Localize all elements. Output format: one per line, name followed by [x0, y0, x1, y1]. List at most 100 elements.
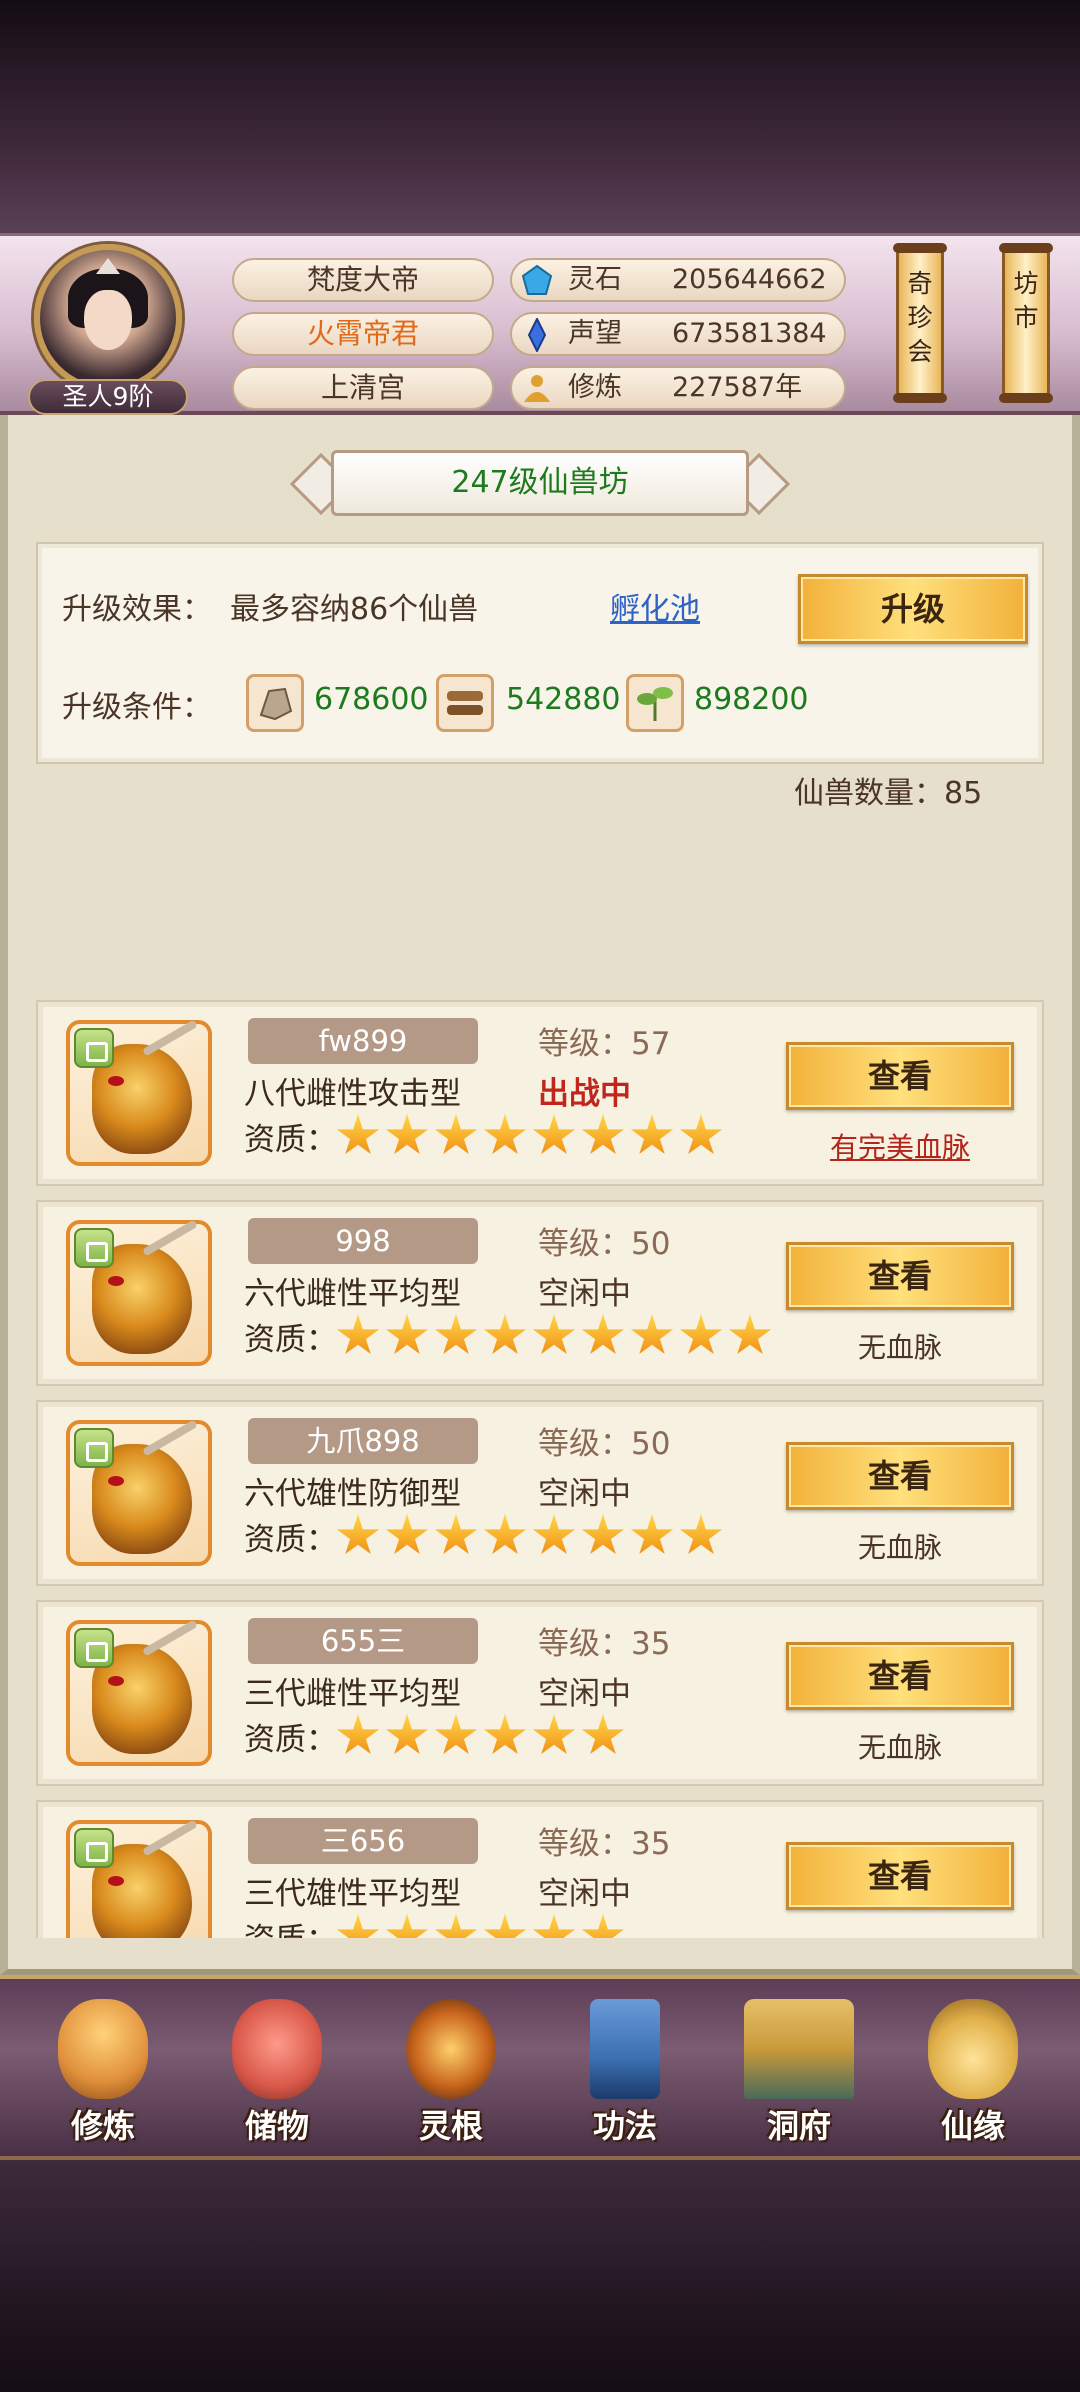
player-header: 圣人9阶 梵度大帝 火霄帝君 上清宫 灵石 205644662 声望 67358…: [0, 233, 1080, 415]
aptitude-label: 资质：: [244, 1722, 337, 1758]
upgrade-condition-label: 升级条件：: [62, 690, 212, 725]
upgrade-button[interactable]: 升级: [798, 574, 1028, 644]
view-button[interactable]: 查看: [786, 1042, 1014, 1110]
star-icon: [483, 1514, 527, 1555]
nav-cultivate[interactable]: 修炼: [28, 1989, 178, 2159]
market-button[interactable]: 坊市: [999, 243, 1053, 403]
star-icon: [434, 1114, 478, 1155]
star-icon: [532, 1314, 576, 1355]
star-icon: [630, 1314, 674, 1355]
dao-title-pill: 火霄帝君: [232, 312, 494, 356]
list-item: 655三 三代雌性平均型 等级：35 空闲中 资质： 查看 无血脉: [36, 1600, 1044, 1786]
aptitude-label: 资质：: [244, 1914, 337, 1938]
star-icon: [728, 1314, 772, 1355]
star-icon: [581, 1314, 625, 1355]
star-icon: [483, 1114, 527, 1155]
aptitude-stars: [336, 1114, 728, 1158]
star-icon: [434, 1314, 478, 1355]
nav-cave-mansion[interactable]: 洞府: [724, 1989, 874, 2159]
view-button[interactable]: 查看: [786, 1642, 1014, 1710]
storage-bag-icon: [232, 1999, 322, 2099]
star-icon: [581, 1114, 625, 1155]
player-avatar[interactable]: 圣人9阶: [28, 244, 188, 415]
cave-mansion-icon: [744, 1999, 854, 2099]
fortune-gourd-icon: [928, 1999, 1018, 2099]
bloodline-text: 无血脉: [857, 1731, 942, 1764]
top-backdrop: [0, 0, 1080, 235]
dragon-portrait[interactable]: [66, 1819, 212, 1938]
ore-icon: [246, 674, 304, 732]
cultivation-icon: [524, 375, 550, 402]
dragon-portrait[interactable]: [66, 1019, 212, 1166]
beast-name: 九爪898: [248, 1418, 478, 1464]
star-icon: [679, 1514, 723, 1555]
star-icon: [630, 1514, 674, 1555]
beast-level: 等级：57: [538, 1026, 671, 1062]
aptitude-stars: [336, 1314, 777, 1358]
star-icon: [581, 1914, 625, 1938]
nav-storage[interactable]: 储物: [202, 1989, 352, 2159]
lock-icon[interactable]: [74, 1828, 114, 1868]
star-icon: [532, 1914, 576, 1938]
beast-type: 八代雌性攻击型: [244, 1076, 461, 1112]
dragon-portrait[interactable]: [66, 1419, 212, 1566]
star-icon: [630, 1114, 674, 1155]
beast-type: 三代雌性平均型: [244, 1676, 461, 1712]
beast-level: 等级：50: [538, 1226, 671, 1262]
cultivation-row: 修炼 227587年: [510, 366, 846, 410]
lock-icon[interactable]: [74, 1028, 114, 1068]
wood-icon: [436, 674, 494, 732]
star-icon: [581, 1514, 625, 1555]
beast-status: 空闲中: [538, 1676, 631, 1712]
reputation-row: 声望 673581384: [510, 312, 846, 356]
upgrade-effect-value: 最多容纳86个仙兽: [230, 592, 479, 627]
hatch-pool-link[interactable]: 孵化池: [610, 584, 700, 628]
lock-icon[interactable]: [74, 1228, 114, 1268]
star-icon: [385, 1714, 429, 1755]
star-icon: [532, 1114, 576, 1155]
dragon-portrait[interactable]: [66, 1619, 212, 1766]
lock-icon[interactable]: [74, 1428, 114, 1468]
rank-badge: 圣人9阶: [28, 379, 188, 415]
cultivate-icon: [58, 1999, 148, 2099]
ore-amount: 678600: [314, 682, 429, 717]
bottom-backdrop: [0, 2160, 1080, 2392]
lock-icon[interactable]: [74, 1628, 114, 1668]
beast-type: 六代雌性平均型: [244, 1276, 461, 1312]
beast-name: 998: [248, 1218, 478, 1264]
bloodline-link[interactable]: 有完美血脉: [786, 1126, 1014, 1166]
star-icon: [385, 1314, 429, 1355]
beast-status: 空闲中: [538, 1476, 631, 1512]
beast-level: 等级：50: [538, 1426, 671, 1462]
beast-name: 三656: [248, 1818, 478, 1864]
star-icon: [336, 1914, 380, 1938]
view-button[interactable]: 查看: [786, 1842, 1014, 1910]
aptitude-label: 资质：: [244, 1322, 337, 1358]
star-icon: [434, 1714, 478, 1755]
reputation-icon: [527, 318, 547, 352]
dragon-portrait[interactable]: [66, 1219, 212, 1366]
star-icon: [532, 1714, 576, 1755]
star-icon: [483, 1714, 527, 1755]
star-icon: [581, 1714, 625, 1755]
beast-name: 655三: [248, 1618, 478, 1664]
beast-status: 出战中: [538, 1076, 631, 1112]
beast-list[interactable]: fw899 八代雌性攻击型 等级：57 出战中 资质： 查看 有完美血脉 998…: [36, 998, 1044, 1938]
beast-status: 空闲中: [538, 1276, 631, 1312]
nav-spirit-root[interactable]: 灵根: [376, 1989, 526, 2159]
treasure-auction-button[interactable]: 奇珍会: [893, 243, 947, 403]
nav-technique[interactable]: 功法: [550, 1989, 700, 2159]
spirit-stone-row: 灵石 205644662: [510, 258, 846, 302]
star-icon: [385, 1114, 429, 1155]
title-pill: 梵度大帝: [232, 258, 494, 302]
nav-fortune[interactable]: 仙缘: [898, 1989, 1048, 2159]
star-icon: [483, 1314, 527, 1355]
star-icon: [532, 1514, 576, 1555]
star-icon: [336, 1314, 380, 1355]
bottom-nav: 修炼 储物 灵根 功法 洞府 仙缘: [0, 1975, 1080, 2160]
view-button[interactable]: 查看: [786, 1442, 1014, 1510]
view-button[interactable]: 查看: [786, 1242, 1014, 1310]
star-icon: [434, 1514, 478, 1555]
herb-icon: [626, 674, 684, 732]
star-icon: [385, 1914, 429, 1938]
